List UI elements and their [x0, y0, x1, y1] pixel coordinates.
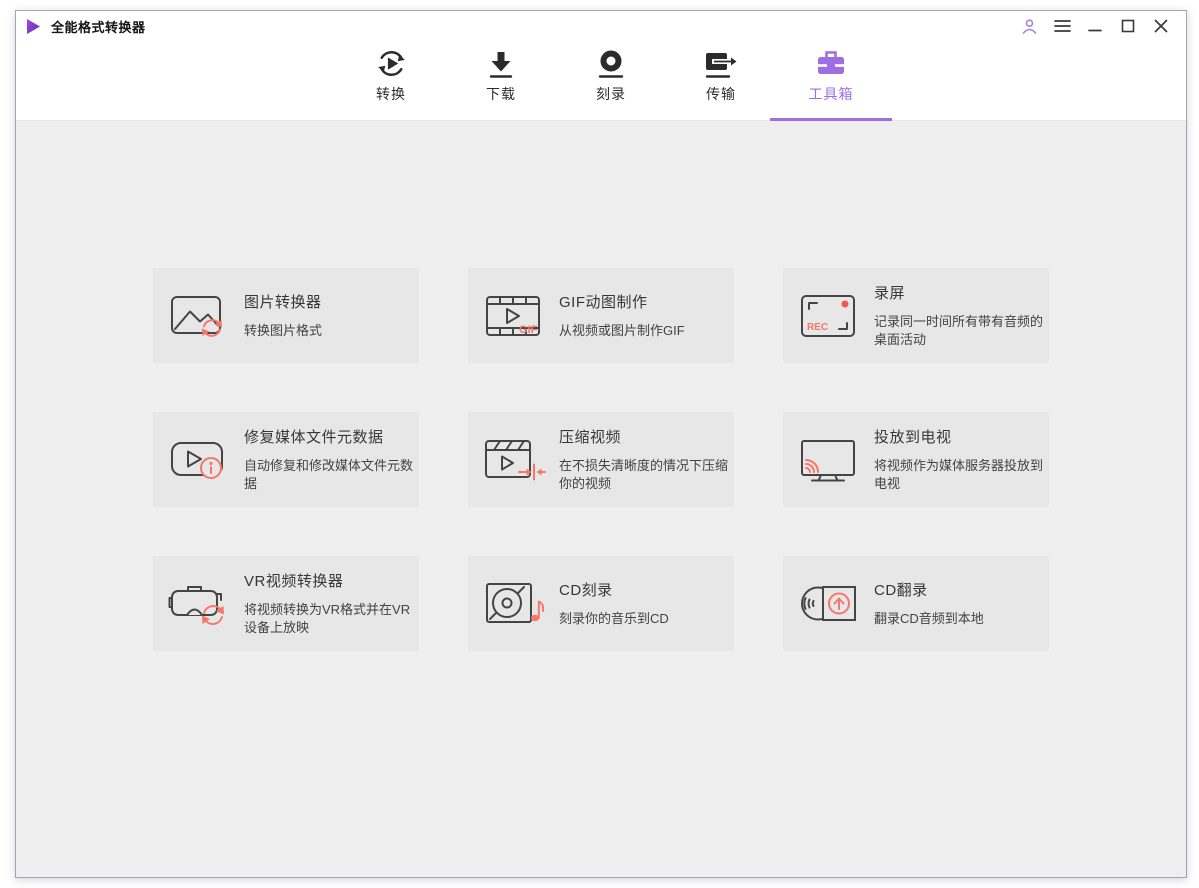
svg-text:GIF: GIF: [519, 324, 538, 336]
tab-transfer[interactable]: 传输: [666, 41, 776, 120]
toolbox-panel: 图片转换器 转换图片格式 GIF GIF动图制作 从视频或图片制作GIF REC…: [16, 121, 1186, 877]
tool-title: 录屏: [874, 285, 906, 302]
tool-grid: 图片转换器 转换图片格式 GIF GIF动图制作 从视频或图片制作GIF REC…: [153, 268, 1186, 651]
tool-desc: 自动修复和修改媒体文件元数据: [244, 458, 414, 491]
card-cast-to-tv[interactable]: 投放到电视 将视频作为媒体服务器投放到电视: [783, 412, 1049, 507]
cast-to-tv-icon: [796, 434, 864, 486]
compress-video-icon: [481, 434, 549, 486]
main-nav: 转换 下载 刻录 传输 工具箱: [16, 41, 1186, 121]
card-cd-burn[interactable]: CD刻录 刻录你的音乐到CD: [468, 556, 734, 651]
card-image-converter[interactable]: 图片转换器 转换图片格式: [153, 268, 419, 363]
minimize-icon[interactable]: [1086, 17, 1104, 35]
convert-icon: [375, 46, 408, 81]
card-screen-recorder[interactable]: REC 录屏 记录同一时间所有带有音频的桌面活动: [783, 268, 1049, 363]
tool-desc: 翻录CD音频到本地: [874, 611, 984, 626]
tab-convert[interactable]: 转换: [336, 41, 446, 120]
window-controls: [1020, 17, 1170, 35]
card-compress-video[interactable]: 压缩视频 在不损失清晰度的情况下压缩你的视频: [468, 412, 734, 507]
tool-title: CD刻录: [559, 582, 613, 599]
screen-recorder-icon: REC: [796, 290, 864, 342]
cd-burn-icon: [481, 578, 549, 630]
account-icon[interactable]: [1020, 17, 1038, 35]
tool-desc: 将视频转换为VR格式并在VR设备上放映: [244, 602, 411, 635]
download-icon: [485, 46, 517, 81]
close-icon[interactable]: [1152, 17, 1170, 35]
toolbox-icon: [814, 46, 848, 81]
gif-maker-icon: GIF: [481, 290, 549, 342]
app-title: 全能格式转换器: [51, 19, 146, 35]
card-cd-rip[interactable]: CD翻录 翻录CD音频到本地: [783, 556, 1049, 651]
menu-icon[interactable]: [1053, 17, 1071, 35]
tool-desc: 从视频或图片制作GIF: [559, 323, 685, 338]
burn-icon: [595, 46, 627, 81]
title-bar: 全能格式转换器: [16, 11, 1186, 41]
tool-desc: 转换图片格式: [244, 323, 323, 338]
tab-burn[interactable]: 刻录: [556, 41, 666, 120]
tool-title: CD翻录: [874, 582, 928, 599]
transfer-icon: [704, 46, 738, 81]
svg-text:REC: REC: [807, 322, 828, 333]
tool-desc: 将视频作为媒体服务器投放到电视: [874, 458, 1044, 491]
cd-rip-icon: [796, 578, 864, 630]
tool-title: 压缩视频: [559, 429, 622, 446]
tool-title: GIF动图制作: [559, 294, 648, 311]
card-fix-metadata[interactable]: 修复媒体文件元数据 自动修复和修改媒体文件元数据: [153, 412, 419, 507]
tool-title: 图片转换器: [244, 294, 322, 311]
maximize-icon[interactable]: [1119, 17, 1137, 35]
tool-desc: 记录同一时间所有带有音频的桌面活动: [874, 314, 1044, 347]
tool-title: 修复媒体文件元数据: [244, 429, 384, 446]
tab-toolbox[interactable]: 工具箱: [776, 41, 886, 120]
tool-desc: 在不损失清晰度的情况下压缩你的视频: [559, 458, 729, 491]
tool-title: VR视频转换器: [244, 573, 344, 590]
tool-desc: 刻录你的音乐到CD: [559, 611, 669, 626]
card-vr-converter[interactable]: VR视频转换器 将视频转换为VR格式并在VR设备上放映: [153, 556, 419, 651]
tab-download[interactable]: 下载: [446, 41, 556, 120]
vr-converter-icon: [166, 578, 234, 630]
tool-title: 投放到电视: [874, 429, 952, 446]
fix-metadata-icon: [166, 434, 234, 486]
app-window: 全能格式转换器 转换 下载 刻录 传输 工具箱 图片转换器 转换图片格式 GIF…: [15, 10, 1187, 878]
app-logo-icon: [26, 17, 42, 35]
card-gif-maker[interactable]: GIF GIF动图制作 从视频或图片制作GIF: [468, 268, 734, 363]
image-converter-icon: [166, 290, 234, 342]
